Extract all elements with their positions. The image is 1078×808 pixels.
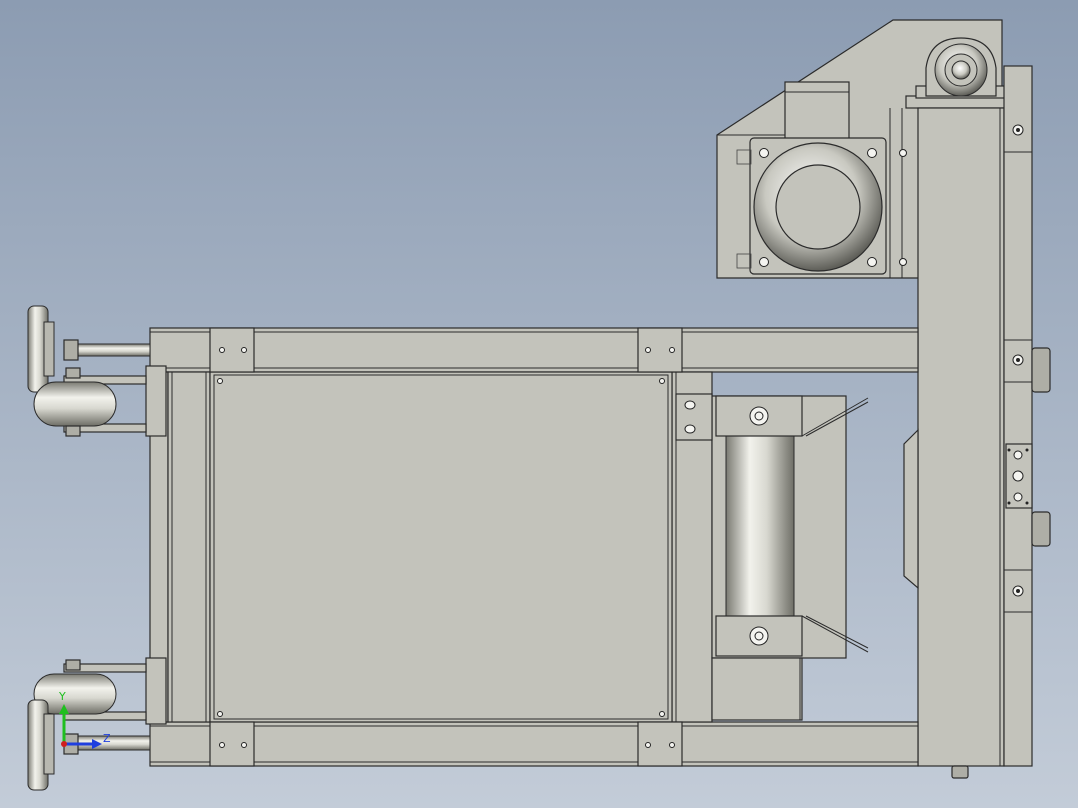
- center-panel: [209, 371, 673, 723]
- right-column: [903, 65, 1051, 779]
- triad-y-label: Y: [58, 690, 66, 703]
- cad-model-drawing: Y Z: [27, 19, 1051, 791]
- triad-z-label: Z: [103, 732, 111, 745]
- cad-viewport[interactable]: Y Z: [0, 0, 1078, 808]
